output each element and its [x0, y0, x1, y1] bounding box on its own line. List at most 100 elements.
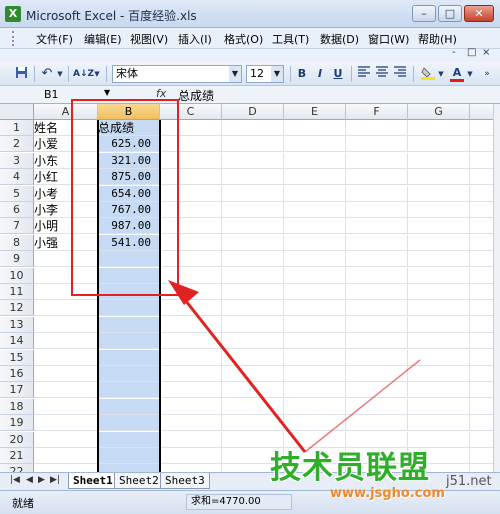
cell-e15[interactable] [284, 349, 346, 366]
cell-c16[interactable] [160, 366, 222, 382]
cell-d9[interactable] [222, 251, 284, 268]
row-header[interactable]: 17 [0, 382, 34, 399]
cell-e10[interactable] [284, 267, 346, 284]
cell-a13[interactable] [34, 316, 98, 333]
cell-e11[interactable] [284, 284, 346, 300]
undo-icon[interactable]: ↶ [40, 66, 54, 82]
cell-e12[interactable] [284, 300, 346, 317]
cell-h14[interactable] [470, 333, 493, 350]
column-header-d[interactable]: D [222, 104, 284, 120]
cell-f8[interactable] [346, 234, 408, 251]
column-header-g[interactable]: G [408, 104, 470, 120]
cell-g18[interactable] [408, 398, 470, 415]
cell-a16[interactable] [34, 366, 98, 382]
cell-h6[interactable] [470, 202, 493, 218]
row-header[interactable]: 18 [0, 398, 34, 415]
row-header[interactable]: 19 [0, 415, 34, 432]
cell-e3[interactable] [284, 152, 346, 169]
align-center-icon[interactable] [375, 66, 389, 82]
undo-dropdown-icon[interactable]: ▼ [56, 66, 64, 82]
cell-e6[interactable] [284, 202, 346, 218]
row-header[interactable]: 8 [0, 234, 34, 251]
menu-window[interactable]: 窗口(W) [368, 31, 409, 47]
cell-e7[interactable] [284, 218, 346, 235]
cell-b18[interactable] [98, 398, 160, 415]
sort-ascending-icon[interactable]: A↓Z [73, 66, 94, 82]
name-box-dropdown-icon[interactable]: ▼ [104, 88, 110, 97]
cell-g6[interactable] [408, 202, 470, 218]
cell-d10[interactable] [222, 267, 284, 284]
row-header[interactable]: 3 [0, 152, 34, 169]
cell-e19[interactable] [284, 415, 346, 432]
cell-f15[interactable] [346, 349, 408, 366]
cell-d17[interactable] [222, 382, 284, 399]
cell-e1[interactable] [284, 120, 346, 136]
row-header[interactable]: 20 [0, 431, 34, 448]
row-header[interactable]: 5 [0, 185, 34, 202]
cell-f9[interactable] [346, 251, 408, 268]
row-header[interactable]: 13 [0, 316, 34, 333]
cell-h20[interactable] [470, 432, 493, 448]
font-color-dropdown-icon[interactable]: ▼ [466, 66, 474, 82]
cell-f16[interactable] [346, 366, 408, 382]
cell-c20[interactable] [160, 431, 222, 448]
next-sheet-icon[interactable]: ▶ [38, 475, 45, 485]
cell-f11[interactable] [346, 284, 408, 300]
row-header[interactable]: 21 [0, 448, 34, 464]
cell-f17[interactable] [346, 382, 408, 399]
cell-h7[interactable] [470, 218, 493, 235]
maximize-button[interactable]: □ [438, 5, 462, 22]
cell-f13[interactable] [346, 316, 408, 333]
cell-d19[interactable] [222, 415, 284, 432]
cell-g11[interactable] [408, 284, 470, 300]
cell-e8[interactable] [284, 234, 346, 251]
cell-d6[interactable] [222, 202, 284, 218]
cell-g15[interactable] [408, 349, 470, 366]
sheet-tab-sheet3[interactable]: Sheet3 [160, 473, 210, 489]
cell-c21[interactable] [160, 448, 222, 464]
cell-g3[interactable] [408, 152, 470, 169]
cell-b15[interactable] [98, 349, 160, 366]
cell-g10[interactable] [408, 267, 470, 284]
cell-h11[interactable] [470, 284, 493, 300]
save-icon[interactable] [14, 66, 28, 82]
cell-g13[interactable] [408, 316, 470, 333]
sort-dropdown-icon[interactable]: ▼ [93, 66, 101, 82]
prev-sheet-icon[interactable]: ◀ [26, 475, 33, 485]
cell-f12[interactable] [346, 300, 408, 317]
cell-h17[interactable] [470, 382, 493, 399]
cell-h12[interactable] [470, 300, 493, 317]
cell-d2[interactable] [222, 136, 284, 153]
sheet-tab-sheet1[interactable]: Sheet1 [68, 473, 118, 489]
cell-h2[interactable] [470, 136, 493, 153]
cell-f5[interactable] [346, 185, 408, 202]
menu-file[interactable]: 文件(F) [36, 31, 73, 47]
cell-g17[interactable] [408, 382, 470, 399]
cell-e2[interactable] [284, 136, 346, 153]
cell-h15[interactable] [470, 350, 493, 366]
cell-a18[interactable] [34, 398, 98, 415]
cell-h4[interactable] [470, 169, 493, 186]
row-header[interactable]: 1 [0, 120, 34, 136]
menu-grip-handle[interactable] [12, 31, 15, 46]
close-button[interactable]: ✕ [464, 5, 494, 22]
menu-format[interactable]: 格式(O) [224, 31, 263, 47]
cell-d5[interactable] [222, 185, 284, 202]
cell-g19[interactable] [408, 415, 470, 432]
cell-e4[interactable] [284, 169, 346, 186]
cell-f14[interactable] [346, 333, 408, 350]
cell-f2[interactable] [346, 136, 408, 153]
cell-c14[interactable] [160, 333, 222, 350]
cell-d13[interactable] [222, 316, 284, 333]
cell-g4[interactable] [408, 169, 470, 186]
formula-content[interactable]: 总成绩 [178, 87, 214, 104]
chevron-down-icon[interactable]: ▼ [229, 66, 241, 82]
cell-a22[interactable] [34, 464, 98, 472]
row-header[interactable]: 12 [0, 300, 34, 317]
cell-c13[interactable] [160, 316, 222, 333]
cell-h8[interactable] [470, 235, 493, 251]
row-header[interactable]: 16 [0, 366, 34, 382]
font-name-select[interactable]: 宋体 ▼ [112, 65, 242, 83]
cell-c22[interactable] [160, 464, 222, 472]
cell-b16[interactable] [98, 366, 160, 382]
